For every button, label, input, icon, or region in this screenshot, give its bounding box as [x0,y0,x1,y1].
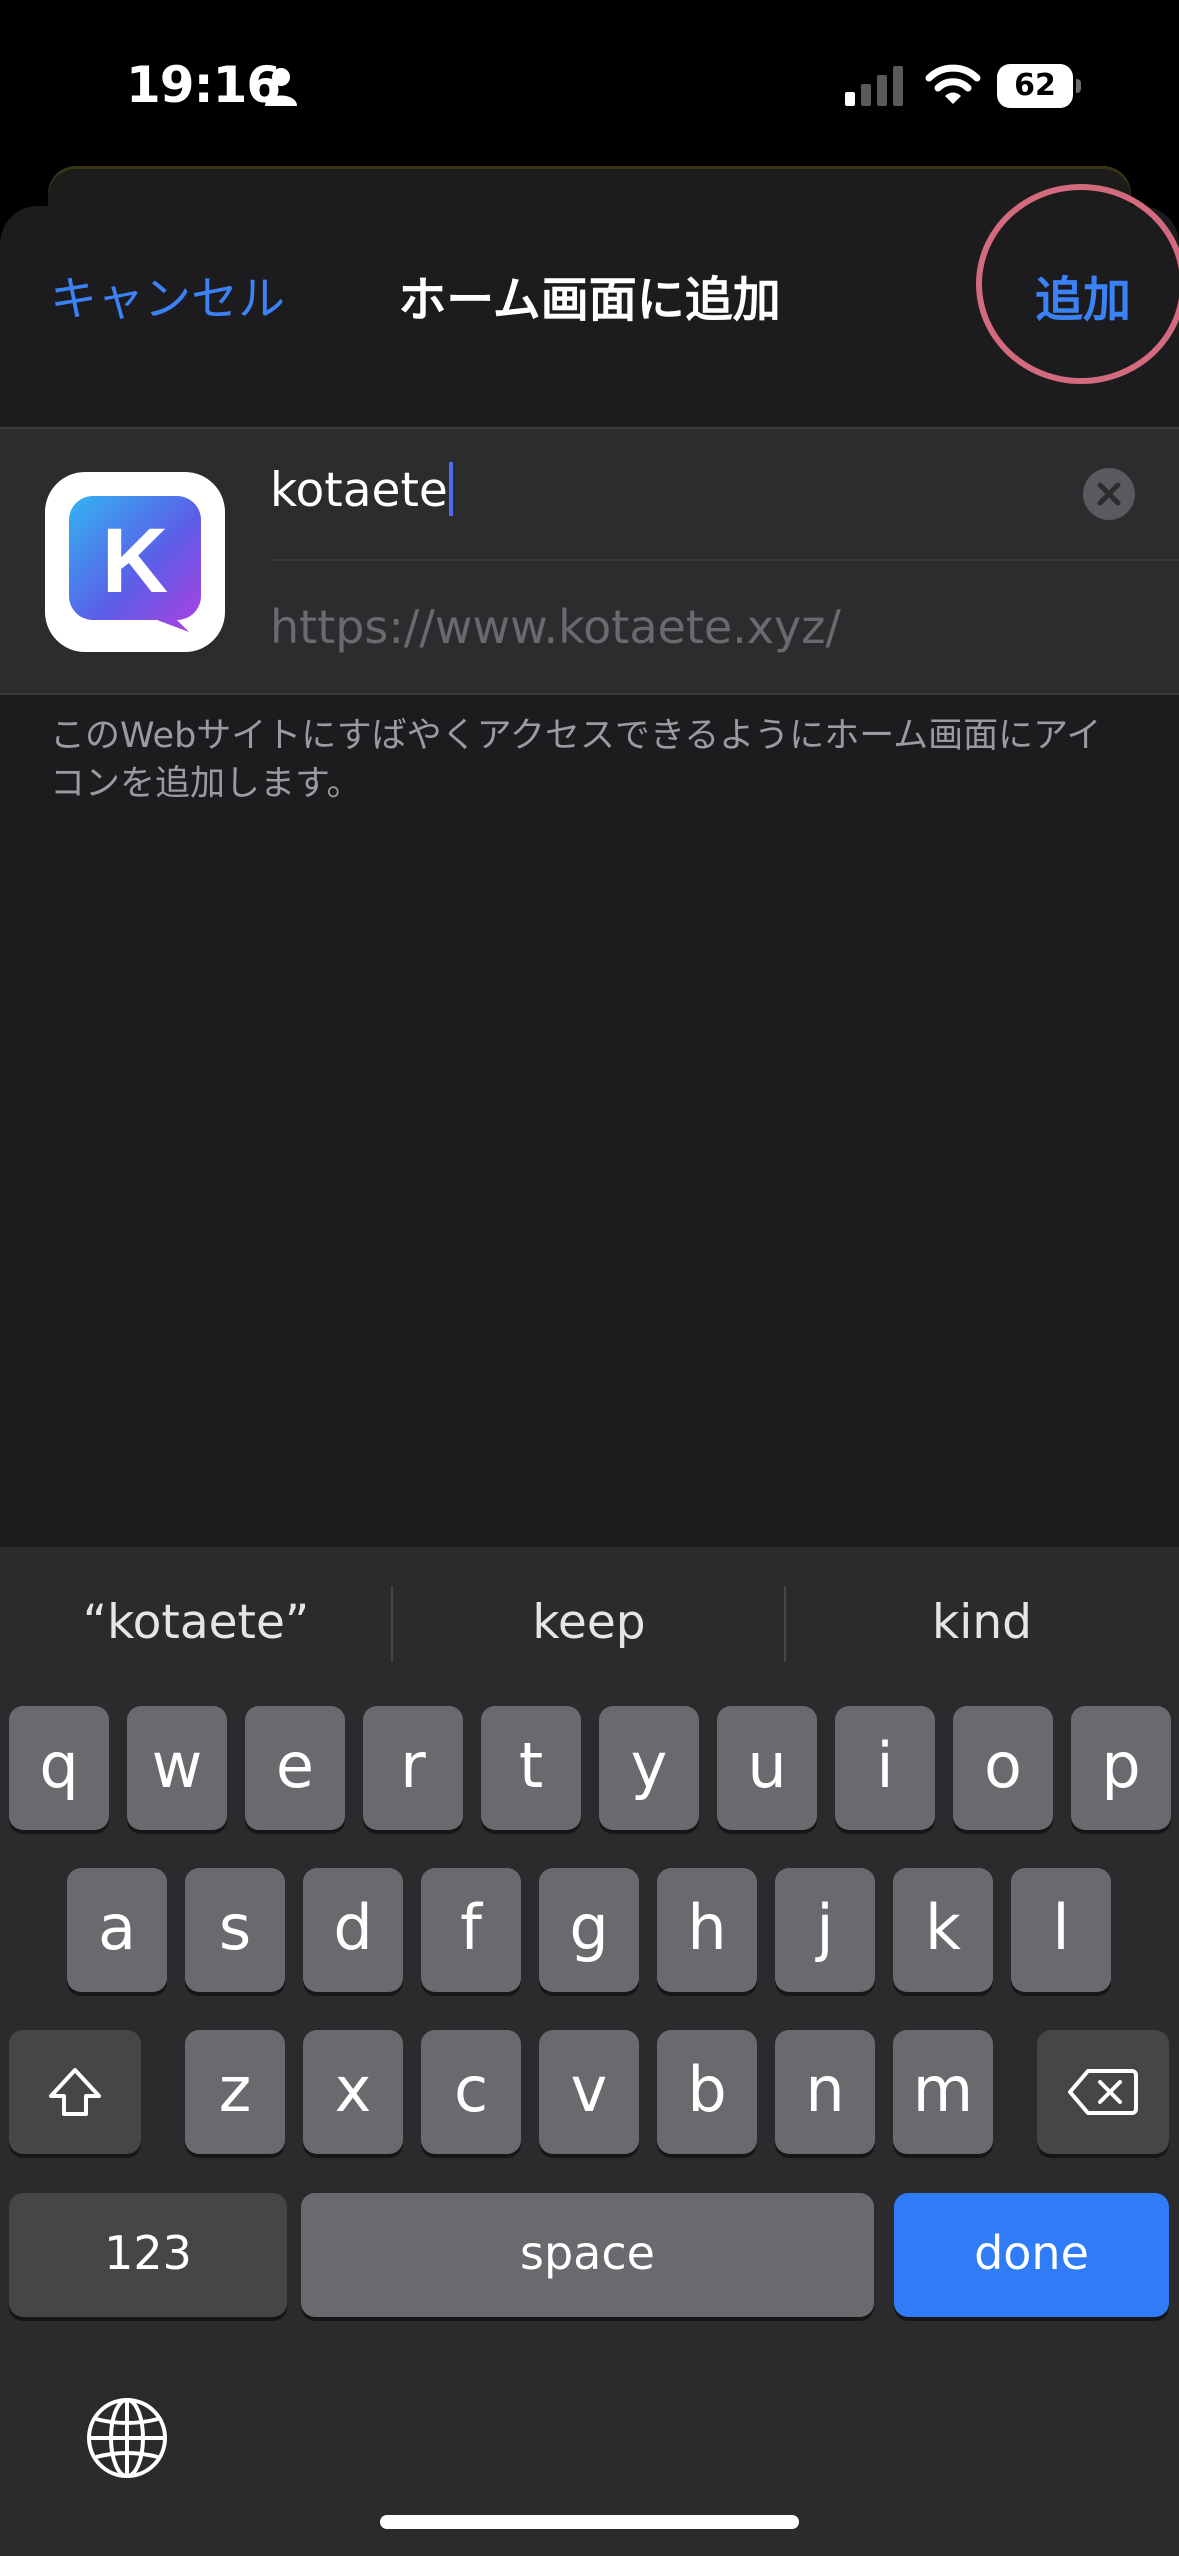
key-m[interactable]: m [893,2030,993,2154]
numbers-key[interactable]: 123 [9,2193,287,2317]
kotaete-logo: K [69,496,201,632]
key-a[interactable]: a [67,1868,167,1992]
key-j[interactable]: j [775,1868,875,1992]
key-p[interactable]: p [1071,1706,1171,1830]
key-w[interactable]: w [127,1706,227,1830]
suggestion-2[interactable]: keep [393,1595,785,1650]
shift-key[interactable] [9,2030,141,2154]
clear-text-icon[interactable] [1083,468,1135,520]
key-o[interactable]: o [953,1706,1053,1830]
field-divider [270,559,1179,561]
delete-icon [1068,2069,1138,2115]
battery-level: 62 [997,64,1073,108]
key-v[interactable]: v [539,2030,639,2154]
battery-icon: 62 [997,64,1081,108]
shortcut-name-value: kotaete [270,463,448,518]
key-s[interactable]: s [185,1868,285,1992]
key-y[interactable]: y [599,1706,699,1830]
done-key[interactable]: done [894,2193,1169,2317]
highlight-circle [976,184,1179,384]
key-i[interactable]: i [835,1706,935,1830]
key-n[interactable]: n [775,2030,875,2154]
suggestion-1[interactable]: “kotaete” [0,1595,392,1650]
key-z[interactable]: z [185,2030,285,2154]
key-g[interactable]: g [539,1868,639,1992]
person-icon [265,68,297,106]
delete-key[interactable] [1037,2030,1169,2154]
home-indicator[interactable] [380,2515,799,2529]
key-h[interactable]: h [657,1868,757,1992]
description-text: このWebサイトにすばやくアクセスできるようにホーム画面にアイコンを追加します。 [50,716,1102,804]
key-q[interactable]: q [9,1706,109,1830]
key-x[interactable]: x [303,2030,403,2154]
key-r[interactable]: r [363,1706,463,1830]
app-icon: K [45,472,225,652]
cellular-signal-icon [845,66,903,106]
key-d[interactable]: d [303,1868,403,1992]
text-cursor [448,462,453,516]
shift-icon [49,2068,101,2116]
key-l[interactable]: l [1011,1868,1111,1992]
key-c[interactable]: c [421,2030,521,2154]
svg-text:K: K [102,510,168,612]
key-k[interactable]: k [893,1868,993,1992]
suggestion-3[interactable]: kind [786,1595,1178,1650]
status-time: 19:16 [126,56,281,114]
shortcut-url: https://www.kotaete.xyz/ [270,600,841,654]
globe-icon[interactable] [84,2395,170,2481]
key-f[interactable]: f [421,1868,521,1992]
key-u[interactable]: u [717,1706,817,1830]
shortcut-name-input[interactable]: kotaete [270,462,1070,518]
key-t[interactable]: t [481,1706,581,1830]
wifi-icon [925,64,981,104]
key-e[interactable]: e [245,1706,345,1830]
key-b[interactable]: b [657,2030,757,2154]
battery-cap [1076,79,1081,93]
status-bar: 19:16 62 [0,0,1179,170]
space-key[interactable]: space [301,2193,874,2317]
